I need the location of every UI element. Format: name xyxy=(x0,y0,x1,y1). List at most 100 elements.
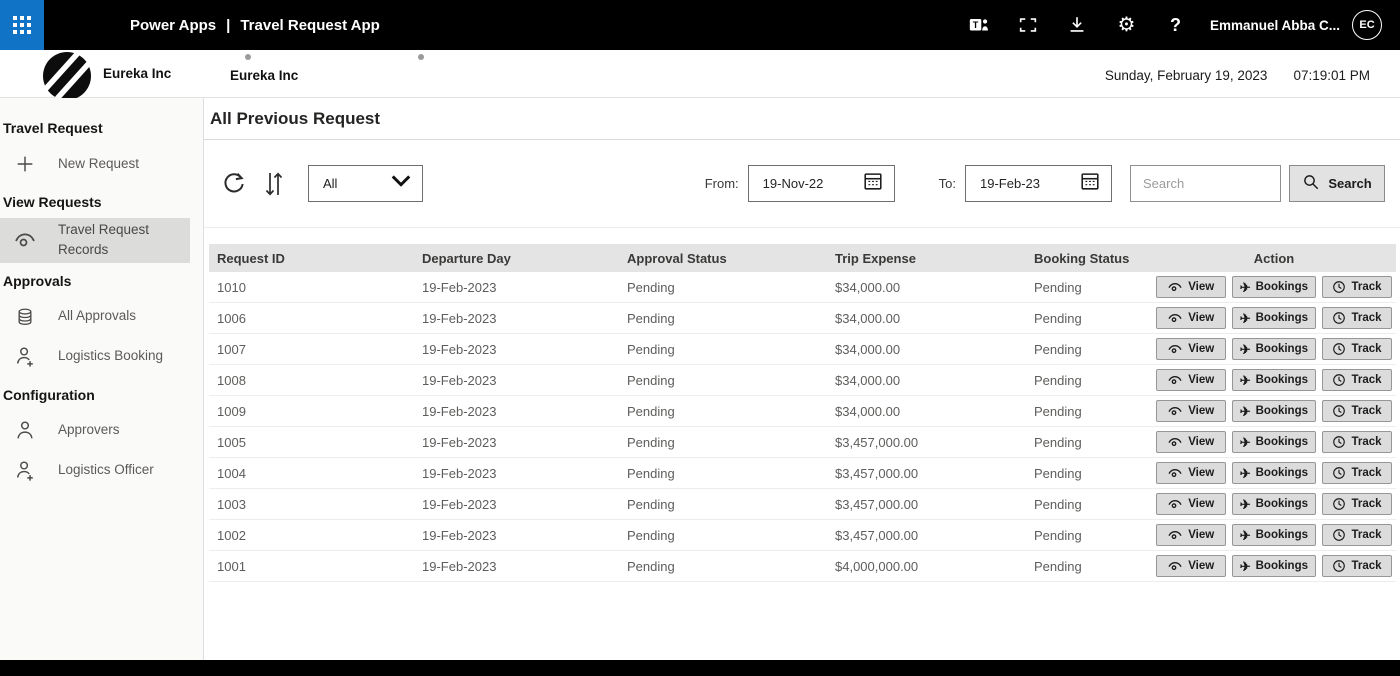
airplane-icon: ✈ xyxy=(1240,467,1251,480)
sidebar-item-logistics-officer[interactable]: Logistics Officer xyxy=(0,451,203,491)
airplane-icon: ✈ xyxy=(1240,405,1251,418)
cell-actions: View ✈ Bookings Track xyxy=(1152,400,1396,422)
airplane-icon: ✈ xyxy=(1240,312,1251,325)
view-button[interactable]: View xyxy=(1156,493,1226,515)
cell-departure-day: 19-Feb-2023 xyxy=(414,559,619,574)
track-button[interactable]: Track xyxy=(1322,400,1392,422)
view-button[interactable]: View xyxy=(1156,400,1226,422)
track-button[interactable]: Track xyxy=(1322,369,1392,391)
cell-actions: View ✈ Bookings Track xyxy=(1152,431,1396,453)
track-button[interactable]: Track xyxy=(1322,338,1392,360)
sidebar-header-approvals: Approvals xyxy=(0,263,203,297)
track-button[interactable]: Track xyxy=(1322,276,1392,298)
table-row: 1001 19-Feb-2023 Pending $4,000,000.00 P… xyxy=(209,551,1396,582)
view-button[interactable]: View xyxy=(1156,276,1226,298)
user-name[interactable]: Emmanuel Abba C... xyxy=(1210,18,1340,33)
current-time: 07:19:01 PM xyxy=(1293,68,1370,83)
track-button[interactable]: Track xyxy=(1322,555,1392,577)
bookings-button[interactable]: ✈ Bookings xyxy=(1232,338,1316,360)
cell-departure-day: 19-Feb-2023 xyxy=(414,373,619,388)
cell-request-id: 1004 xyxy=(209,466,414,481)
to-label: To: xyxy=(939,176,956,191)
table-row: 1005 19-Feb-2023 Pending $3,457,000.00 P… xyxy=(209,427,1396,458)
track-button[interactable]: Track xyxy=(1322,493,1392,515)
cell-request-id: 1003 xyxy=(209,497,414,512)
sidebar-item-new-request[interactable]: New Request xyxy=(0,144,203,184)
table-header-row: Request ID Departure Day Approval Status… xyxy=(209,244,1396,272)
eye-icon xyxy=(1167,281,1183,293)
airplane-icon: ✈ xyxy=(1240,560,1251,573)
from-date-picker[interactable]: 19-Nov-22 xyxy=(748,165,895,202)
filter-dropdown[interactable]: All xyxy=(308,165,423,202)
eye-icon xyxy=(1167,529,1183,541)
waffle-grid-icon xyxy=(13,16,31,34)
sidebar-item-approvers[interactable]: Approvers xyxy=(0,411,203,451)
view-button[interactable]: View xyxy=(1156,307,1226,329)
sidebar-item-travel-request-records[interactable]: Travel Request Records xyxy=(0,218,190,263)
refresh-icon[interactable] xyxy=(220,170,248,198)
company-name: Eureka Inc xyxy=(103,66,171,81)
column-header-trip-expense: Trip Expense xyxy=(827,251,1026,266)
cell-request-id: 1006 xyxy=(209,311,414,326)
cell-trip-expense: $34,000.00 xyxy=(827,373,1026,388)
bookings-button[interactable]: ✈ Bookings xyxy=(1232,431,1316,453)
track-button[interactable]: Track xyxy=(1322,462,1392,484)
selection-handle-dot xyxy=(245,54,251,60)
clock-icon xyxy=(1332,528,1346,542)
sidebar-item-logistics-booking[interactable]: Logistics Booking xyxy=(0,337,203,377)
to-date-picker[interactable]: 19-Feb-23 xyxy=(965,165,1112,202)
view-button[interactable]: View xyxy=(1156,431,1226,453)
download-icon[interactable] xyxy=(1053,0,1102,50)
view-button[interactable]: View xyxy=(1156,555,1226,577)
airplane-icon: ✈ xyxy=(1240,436,1251,449)
view-button[interactable]: View xyxy=(1156,524,1226,546)
waffle-menu-icon[interactable] xyxy=(0,0,44,50)
sidebar-item-all-approvals[interactable]: All Approvals xyxy=(0,297,203,337)
cell-request-id: 1002 xyxy=(209,528,414,543)
eureka-logo-icon xyxy=(38,50,96,103)
table-row: 1010 19-Feb-2023 Pending $34,000.00 Pend… xyxy=(209,272,1396,303)
search-button[interactable]: Search xyxy=(1289,165,1385,202)
column-header-departure-day: Departure Day xyxy=(414,251,619,266)
table-row: 1007 19-Feb-2023 Pending $34,000.00 Pend… xyxy=(209,334,1396,365)
cell-actions: View ✈ Bookings Track xyxy=(1152,369,1396,391)
cell-approval-status: Pending xyxy=(619,311,827,326)
bookings-button[interactable]: ✈ Bookings xyxy=(1232,369,1316,391)
view-button[interactable]: View xyxy=(1156,462,1226,484)
eye-icon xyxy=(1167,436,1183,448)
track-button[interactable]: Track xyxy=(1322,431,1392,453)
cell-approval-status: Pending xyxy=(619,497,827,512)
cell-trip-expense: $34,000.00 xyxy=(827,280,1026,295)
cell-departure-day: 19-Feb-2023 xyxy=(414,528,619,543)
bookings-button[interactable]: ✈ Bookings xyxy=(1232,400,1316,422)
fit-to-window-icon[interactable] xyxy=(1004,0,1053,50)
track-button[interactable]: Track xyxy=(1322,524,1392,546)
cell-actions: View ✈ Bookings Track xyxy=(1152,493,1396,515)
search-input[interactable] xyxy=(1130,165,1281,202)
avatar[interactable]: EC xyxy=(1352,10,1382,40)
bookings-button[interactable]: ✈ Bookings xyxy=(1232,276,1316,298)
view-button[interactable]: View xyxy=(1156,369,1226,391)
bookings-button[interactable]: ✈ Bookings xyxy=(1232,493,1316,515)
sort-arrows-icon[interactable] xyxy=(262,169,286,199)
eye-icon xyxy=(1167,498,1183,510)
bookings-button[interactable]: ✈ Bookings xyxy=(1232,307,1316,329)
bookings-button[interactable]: ✈ Bookings xyxy=(1232,462,1316,484)
cell-departure-day: 19-Feb-2023 xyxy=(414,435,619,450)
bookings-button[interactable]: ✈ Bookings xyxy=(1232,524,1316,546)
settings-gear-icon[interactable]: ⚙ xyxy=(1102,0,1151,50)
view-button[interactable]: View xyxy=(1156,338,1226,360)
cell-booking-status: Pending xyxy=(1026,373,1152,388)
track-button[interactable]: Track xyxy=(1322,307,1392,329)
search-button-label: Search xyxy=(1328,176,1371,191)
teams-icon[interactable]: T xyxy=(955,0,1004,50)
eye-icon xyxy=(1167,374,1183,386)
cell-booking-status: Pending xyxy=(1026,528,1152,543)
sidebar-header-configuration: Configuration xyxy=(0,377,203,411)
bookings-button[interactable]: ✈ Bookings xyxy=(1232,555,1316,577)
calendar-icon xyxy=(1079,170,1101,197)
company-name-secondary: Eureka Inc xyxy=(230,68,298,83)
cell-approval-status: Pending xyxy=(619,466,827,481)
help-icon[interactable]: ? xyxy=(1151,0,1200,50)
airplane-icon: ✈ xyxy=(1240,343,1251,356)
